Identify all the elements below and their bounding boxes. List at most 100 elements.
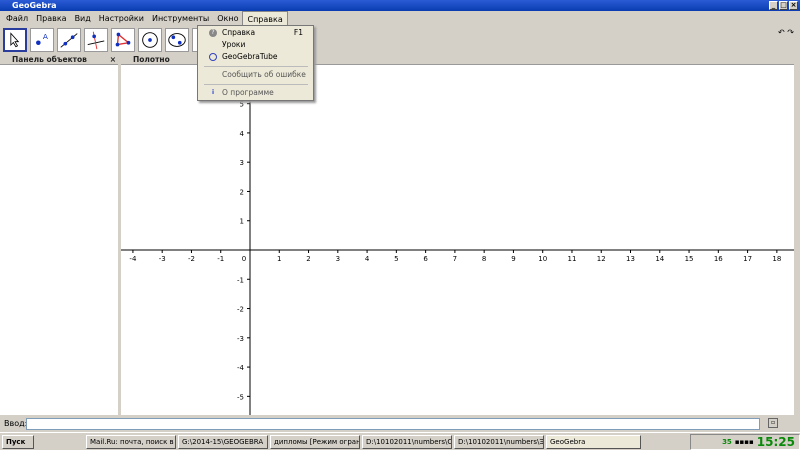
x-tick-label: 15 [685, 255, 694, 263]
menu-edit[interactable]: Правка [32, 11, 70, 26]
y-tick-label: 4 [240, 130, 245, 138]
tray-number: 35 [722, 438, 732, 446]
menu-settings[interactable]: Настройки [95, 11, 148, 26]
window-title: GeoGebra [12, 1, 57, 10]
perpendicular-icon [87, 31, 105, 50]
x-tick-label: 5 [394, 255, 398, 263]
undo-icon[interactable]: ↶ [778, 28, 785, 37]
report-bug-label: Сообщить об ошибке [222, 70, 306, 79]
task-label: Mail.Ru: почта, поиск в ... [90, 437, 176, 446]
task-geogebra[interactable]: GeoGebra [546, 434, 641, 449]
taskbar: Пуск Mail.Ru: почта, поиск в ... G:\2014… [0, 432, 800, 450]
geogebra-icon [209, 53, 217, 61]
y-tick-label: -1 [237, 276, 244, 284]
menu-item-report-bug[interactable]: Сообщить об ошибке [198, 69, 313, 81]
task-label: дипломы [Режим огран... [274, 437, 360, 446]
x-tick-label: 16 [714, 255, 723, 263]
move-tool[interactable] [3, 28, 27, 52]
input-label: Ввод: [4, 419, 28, 428]
algebra-panel-title: Панель объектов [12, 55, 87, 64]
close-panel-icon[interactable]: × [110, 54, 116, 65]
circle-tool[interactable] [138, 28, 162, 52]
task-word[interactable]: дипломы [Режим огран... [270, 434, 360, 449]
y-tick-label: 3 [240, 159, 244, 167]
graphics-view[interactable]: -4 -3 -2 -1 0 1 2 3 4 5 6 7 8 9 10 11 12 13 14 15 16 17 18 5 4 3 2… [121, 65, 794, 415]
point-icon: A [36, 32, 48, 46]
x-tick-label: 14 [655, 255, 664, 263]
y-tick-label: -5 [237, 393, 244, 401]
menu-file[interactable]: Файл [2, 11, 32, 26]
task-label: GeoGebra [550, 437, 586, 446]
title-bar: GeoGebra _ □ × [0, 0, 800, 11]
help-dropdown: ? Справка F1 Уроки GeoGebraTube Сообщить о… [197, 25, 314, 101]
menubar: Файл Правка Вид Настройки Инструменты Ок… [0, 10, 800, 27]
task-folder-c[interactable]: D:\10102011\numbers\C... [362, 434, 452, 449]
x-tick-label: -4 [129, 255, 137, 263]
menu-view[interactable]: Вид [71, 11, 95, 26]
y-tick-label: 5 [240, 101, 244, 109]
close-button[interactable]: × [789, 1, 798, 10]
y-tick-label: 1 [240, 218, 244, 226]
menu-item-about[interactable]: i О программе [198, 87, 313, 99]
line-tool[interactable] [57, 28, 81, 52]
x-tick-label: 8 [482, 255, 486, 263]
graphics-panel-title: Полотно [133, 55, 170, 64]
redo-icon[interactable]: ↷ [787, 28, 794, 37]
task-label: G:\2014-15\GEOGEBRA [182, 437, 264, 446]
start-button[interactable]: Пуск [2, 434, 34, 449]
task-folder-e[interactable]: D:\10102011\numbers\Э... [454, 434, 544, 449]
maximize-button[interactable]: □ [779, 1, 788, 10]
tray-icons[interactable]: ▪▪▪▪ [735, 438, 754, 446]
help-label: Справка [222, 28, 256, 37]
x-tick-label: 13 [626, 255, 635, 263]
help-shortcut: F1 [293, 28, 303, 37]
x-tick-label: 3 [336, 255, 340, 263]
task-folder-geogebra[interactable]: G:\2014-15\GEOGEBRA [178, 434, 268, 449]
ellipse-icon [168, 33, 186, 47]
x-tick-label: 9 [511, 255, 515, 263]
menu-separator [204, 84, 308, 85]
coordinate-axes: -4 -3 -2 -1 0 1 2 3 4 5 6 7 8 9 10 11 12 13 14 15 16 17 185432… [121, 65, 794, 415]
x-tick-label: 10 [538, 255, 547, 263]
task-mailru[interactable]: Mail.Ru: почта, поиск в ... [86, 434, 176, 449]
menu-separator [204, 66, 308, 67]
menu-tools[interactable]: Инструменты [148, 11, 213, 26]
help-icon: ? [209, 29, 217, 37]
y-tick-label: -3 [237, 335, 244, 343]
menu-window[interactable]: Окно [213, 11, 242, 26]
info-icon: i [211, 89, 215, 96]
svg-text:A: A [43, 32, 48, 41]
input-help-button[interactable]: ▫ [768, 418, 778, 428]
polygon-icon [115, 32, 131, 47]
menu-item-geogebratube[interactable]: GeoGebraTube [198, 51, 313, 63]
y-tick-label: -4 [237, 364, 245, 372]
y-tick-label: -2 [237, 306, 244, 314]
task-label: D:\10102011\numbers\Э... [458, 437, 544, 446]
point-tool[interactable]: A [30, 28, 54, 52]
tutorials-label: Уроки [222, 40, 246, 49]
x-tick-label: 6 [423, 255, 428, 263]
x-tick-label: -1 [217, 255, 224, 263]
task-label: D:\10102011\numbers\C... [366, 437, 452, 446]
x-tick-label: -3 [159, 255, 166, 263]
undo-redo-group: ↶ ↷ [778, 28, 794, 37]
start-label: Пуск [6, 437, 26, 446]
menu-item-tutorials[interactable]: Уроки [198, 39, 313, 51]
geogebratube-label: GeoGebraTube [222, 52, 278, 61]
input-field[interactable] [26, 418, 760, 430]
x-tick-label: 4 [365, 255, 370, 263]
perpendicular-tool[interactable] [84, 28, 108, 52]
x-tick-label: 11 [568, 255, 577, 263]
algebra-panel-header: Панель объектов × [0, 54, 118, 65]
clock: 15:25 [756, 435, 795, 449]
x-tick-label: 7 [453, 255, 457, 263]
minimize-button[interactable]: _ [769, 1, 778, 10]
circle-icon [142, 32, 158, 48]
x-tick-label: 12 [597, 255, 606, 263]
algebra-view[interactable] [0, 65, 118, 415]
polygon-tool[interactable] [111, 28, 135, 52]
x-tick-label: 18 [772, 255, 781, 263]
menu-item-help[interactable]: ? Справка F1 [198, 27, 313, 39]
conic-tool[interactable] [165, 28, 189, 52]
x-tick-label: 0 [242, 255, 246, 263]
